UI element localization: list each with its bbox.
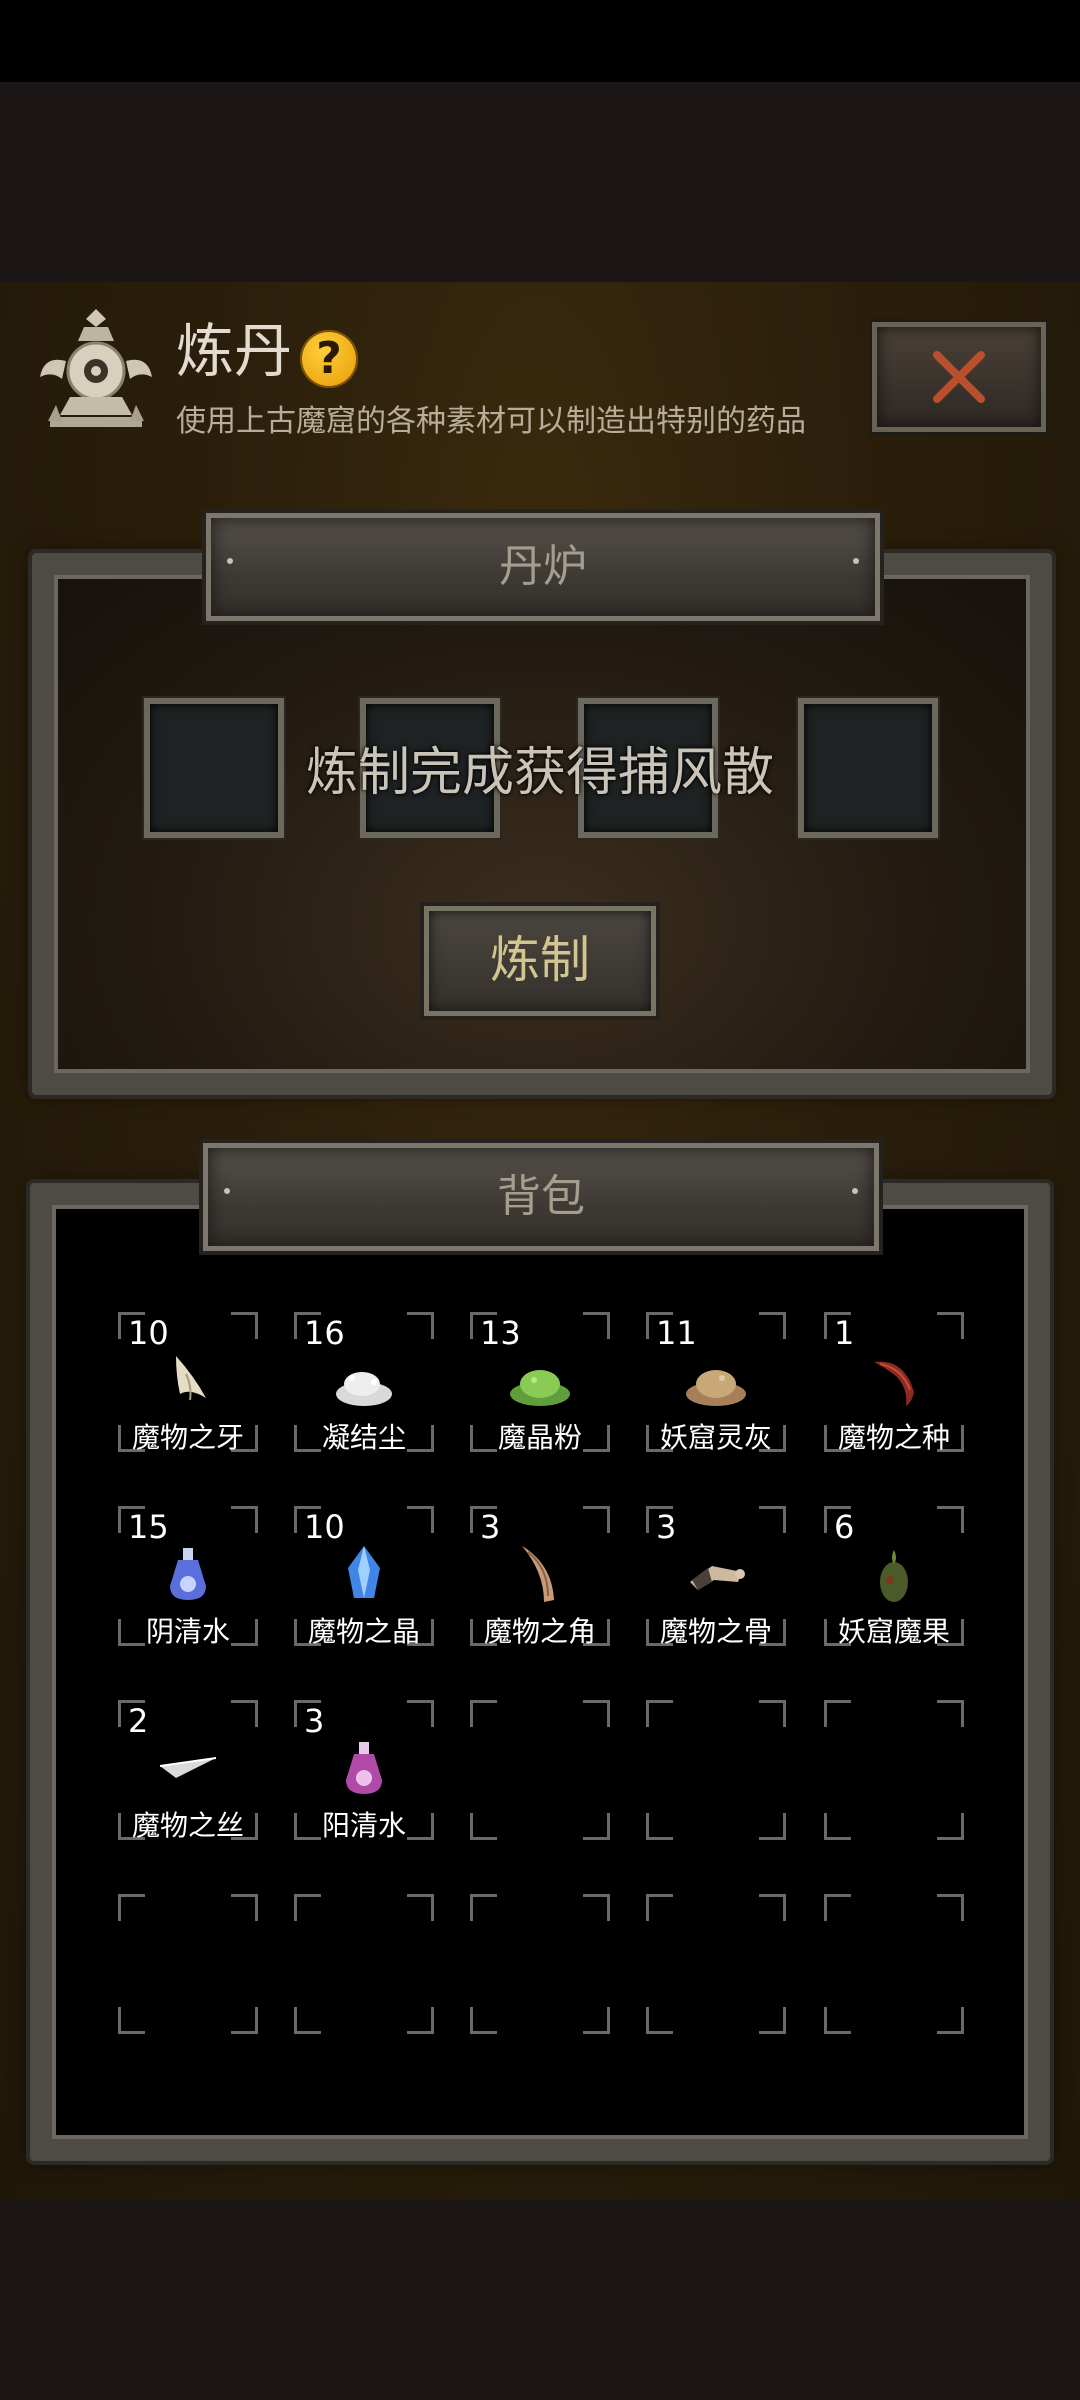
furnace-result-message: 炼制完成获得捕风散 (305, 743, 774, 803)
item-count: 6 (834, 1508, 855, 1546)
blue-potion-icon (170, 1548, 206, 1600)
purple-potion-icon (346, 1742, 382, 1794)
item-count: 11 (656, 1314, 697, 1352)
item-name: 魔物之角 (483, 1615, 596, 1648)
bag-item-slot[interactable]: 15 阴清水 (118, 1506, 258, 1648)
furnace-title-plaque: 丹炉 (206, 513, 880, 621)
item-count: 15 (128, 1508, 169, 1546)
page-subtitle: 使用上古魔窟的各种素材可以制造出特别的药品 (176, 404, 806, 439)
item-name: 妖窟魔果 (837, 1615, 950, 1648)
item-count: 3 (480, 1508, 501, 1546)
bag-item-slot[interactable]: 3 魔物之骨 (646, 1506, 786, 1648)
bag-item-slot[interactable]: 6 妖窟魔果 (824, 1506, 964, 1648)
bag-empty-slot[interactable] (824, 1700, 964, 1840)
bag-empty-slot[interactable] (118, 1894, 258, 2034)
bag-empty-slot[interactable] (824, 1894, 964, 2034)
furnace-title: 丹炉 (499, 541, 587, 592)
bag-item-slot[interactable]: 11 妖窟灵灰 (646, 1312, 786, 1454)
fang-icon (176, 1356, 206, 1401)
item-name: 妖窟灵灰 (659, 1421, 772, 1454)
bag-item-slot[interactable]: 2 魔物之丝 (118, 1700, 258, 1842)
blue-crystal-icon (348, 1546, 380, 1598)
item-count: 1 (834, 1314, 855, 1352)
horn-icon (522, 1546, 554, 1602)
bag-empty-slot[interactable] (646, 1700, 786, 1840)
status-bar (0, 0, 1080, 82)
bag-title: 背包 (497, 1171, 585, 1222)
navigation-bar-area (0, 2200, 1080, 2400)
craft-button[interactable]: 炼制 (424, 906, 656, 1016)
item-count: 16 (304, 1314, 345, 1352)
bag-item-slot[interactable]: 10 魔物之牙 (118, 1312, 258, 1454)
item-count: 10 (304, 1508, 345, 1546)
silk-icon (159, 1757, 217, 1778)
item-name: 魔晶粉 (497, 1421, 582, 1454)
bag-item-slot[interactable]: 3 魔物之角 (470, 1506, 610, 1648)
close-icon (933, 351, 985, 403)
bag-item-slot[interactable]: 1 魔物之种 (824, 1312, 964, 1454)
page-title: 炼丹 (176, 317, 293, 385)
close-button[interactable] (872, 322, 1046, 432)
bag-item-slot[interactable]: 16 凝结尘 (294, 1312, 434, 1454)
help-icon[interactable]: ? (300, 330, 358, 388)
item-name: 魔物之丝 (131, 1809, 244, 1842)
seed-icon (874, 1361, 914, 1406)
item-name: 阴清水 (145, 1615, 230, 1648)
dust-pile-icon (336, 1372, 392, 1406)
item-name: 魔物之晶 (307, 1615, 420, 1648)
item-name: 阳清水 (321, 1809, 406, 1842)
item-count: 10 (128, 1314, 169, 1352)
ash-pile-icon (686, 1370, 746, 1406)
green-powder-icon (510, 1370, 570, 1406)
bag-empty-slot[interactable] (470, 1700, 610, 1840)
bag-item-slot[interactable]: 3 阳清水 (294, 1700, 434, 1842)
alchemy-ornament-icon (40, 309, 152, 427)
fruit-icon (880, 1550, 908, 1602)
bag-item-slot[interactable]: 10 魔物之晶 (294, 1506, 434, 1648)
bag-item-slot[interactable]: 13 魔晶粉 (470, 1312, 610, 1454)
item-name: 凝结尘 (321, 1421, 406, 1454)
bag-empty-slot[interactable] (294, 1894, 434, 2034)
bag-empty-slot[interactable] (646, 1894, 786, 2034)
item-count: 3 (304, 1702, 325, 1740)
bag-empty-slot[interactable] (470, 1894, 610, 2034)
item-name: 魔物之牙 (131, 1421, 244, 1454)
bone-icon (690, 1566, 745, 1590)
bag-title-plaque: 背包 (203, 1143, 879, 1251)
item-count: 2 (128, 1702, 149, 1740)
item-name: 魔物之骨 (659, 1615, 772, 1648)
item-count: 3 (656, 1508, 677, 1546)
item-count: 13 (480, 1314, 521, 1352)
item-name: 魔物之种 (837, 1421, 950, 1454)
